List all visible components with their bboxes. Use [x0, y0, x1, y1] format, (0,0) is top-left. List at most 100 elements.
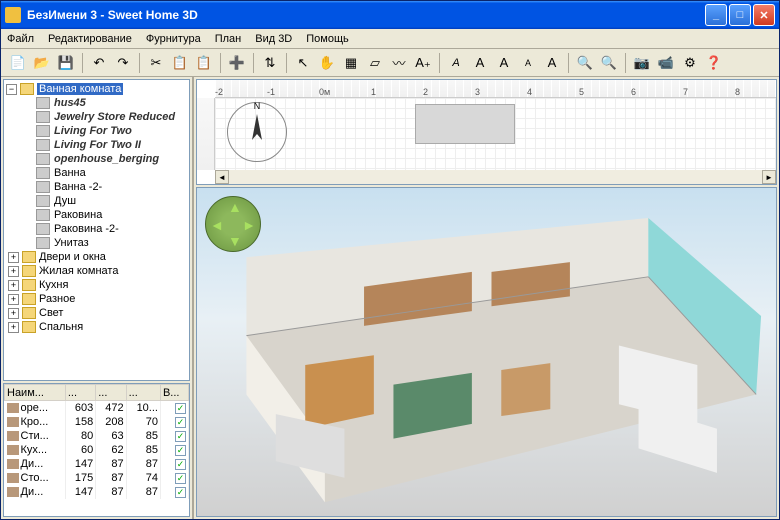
tree-item[interactable]: Раковина -2- — [6, 222, 187, 236]
checkbox-icon[interactable]: ✓ — [175, 445, 186, 456]
prefs-icon[interactable]: ⚙ — [679, 52, 701, 74]
tree-item[interactable]: Душ — [6, 194, 187, 208]
tree-item[interactable]: Living For Two II — [6, 138, 187, 152]
help-icon[interactable]: ❓ — [703, 52, 725, 74]
undo-icon[interactable]: ↶ — [88, 52, 110, 74]
text-icon[interactable]: A₊ — [412, 52, 434, 74]
tree-category[interactable]: +Жилая комната — [6, 264, 187, 278]
column-header[interactable]: ... — [96, 385, 126, 401]
menu-edit[interactable]: Редактирование — [48, 33, 132, 45]
tree-item[interactable]: openhouse_berging — [6, 152, 187, 166]
cell-visible[interactable]: ✓ — [160, 401, 188, 416]
expand-icon[interactable]: + — [8, 322, 19, 333]
open-icon[interactable]: 📂 — [31, 52, 53, 74]
tree-category[interactable]: +Свет — [6, 306, 187, 320]
wall-icon[interactable]: ▦ — [340, 52, 362, 74]
room-icon[interactable]: ▱ — [364, 52, 386, 74]
pan-icon[interactable]: ✋ — [316, 52, 338, 74]
video-icon[interactable]: 📹 — [655, 52, 677, 74]
cut-icon[interactable]: ✂ — [145, 52, 167, 74]
column-header[interactable]: Наим... — [5, 385, 66, 401]
save-icon[interactable]: 💾 — [55, 52, 77, 74]
minimize-button[interactable]: _ — [705, 4, 727, 26]
scroll-left-icon[interactable]: ◄ — [215, 170, 229, 184]
expand-icon[interactable]: + — [8, 252, 19, 263]
photo-icon[interactable]: 📷 — [631, 52, 653, 74]
column-header[interactable]: В... — [160, 385, 188, 401]
cell-visible[interactable]: ✓ — [160, 443, 188, 457]
cell-visible[interactable]: ✓ — [160, 457, 188, 471]
zoom-out-icon[interactable]: 🔍 — [598, 52, 620, 74]
add-furniture-icon[interactable]: ➕ — [226, 52, 248, 74]
plan-scrollbar[interactable]: ◄ ► — [215, 170, 776, 184]
tree-item[interactable]: Раковина — [6, 208, 187, 222]
table-row[interactable]: Сти...806385✓ — [5, 429, 189, 443]
copy-icon[interactable]: 📋 — [169, 52, 191, 74]
compass-icon[interactable] — [227, 102, 287, 162]
checkbox-icon[interactable]: ✓ — [175, 417, 186, 428]
nav-up-icon[interactable]: ▲ — [228, 199, 242, 215]
furniture-table[interactable]: Наим............В... оре...60347210...✓К… — [3, 383, 190, 517]
zoom-in-icon[interactable]: 🔍 — [574, 52, 596, 74]
tree-category[interactable]: +Кухня — [6, 278, 187, 292]
table-row[interactable]: Ди...1478787✓ — [5, 457, 189, 471]
menu-3dview[interactable]: Вид 3D — [255, 33, 292, 45]
expand-icon[interactable]: + — [8, 294, 19, 305]
paste-icon[interactable]: 📋 — [193, 52, 215, 74]
expand-icon[interactable]: + — [8, 280, 19, 291]
tree-item[interactable]: Ванна — [6, 166, 187, 180]
tree-item[interactable]: Ванна -2- — [6, 180, 187, 194]
cell-visible[interactable]: ✓ — [160, 415, 188, 429]
table-row[interactable]: Кух...606285✓ — [5, 443, 189, 457]
new-icon[interactable]: 📄 — [7, 52, 29, 74]
checkbox-icon[interactable]: ✓ — [175, 403, 186, 414]
menu-help[interactable]: Помощь — [306, 33, 349, 45]
tree-item[interactable]: hus45 — [6, 96, 187, 110]
maximize-button[interactable]: □ — [729, 4, 751, 26]
column-header[interactable]: ... — [126, 385, 160, 401]
tree-item[interactable]: Living For Two — [6, 124, 187, 138]
checkbox-icon[interactable]: ✓ — [175, 487, 186, 498]
tree-item[interactable]: Унитаз — [6, 236, 187, 250]
checkbox-icon[interactable]: ✓ — [175, 431, 186, 442]
catalog-tree[interactable]: − Ванная комната hus45Jewelry Store Redu… — [3, 79, 190, 381]
cell-visible[interactable]: ✓ — [160, 429, 188, 443]
close-button[interactable]: ✕ — [753, 4, 775, 26]
column-header[interactable]: ... — [65, 385, 95, 401]
cell-visible[interactable]: ✓ — [160, 471, 188, 485]
menu-file[interactable]: Файл — [7, 33, 34, 45]
checkbox-icon[interactable]: ✓ — [175, 473, 186, 484]
row-icon — [7, 473, 19, 483]
3d-view[interactable]: ▲ ▼ ◄ ► — [196, 187, 777, 517]
tree-category[interactable]: +Спальня — [6, 320, 187, 334]
table-row[interactable]: Ди...1478787✓ — [5, 485, 189, 499]
checkbox-icon[interactable]: ✓ — [175, 459, 186, 470]
cell-visible[interactable]: ✓ — [160, 485, 188, 499]
collapse-icon[interactable]: − — [6, 84, 17, 95]
redo-icon[interactable]: ↷ — [112, 52, 134, 74]
plan-view[interactable]: -2-10м12345678 ◄ ► — [196, 79, 777, 185]
text-bigger-icon[interactable]: A — [493, 52, 515, 74]
text-style2-icon[interactable]: A — [469, 52, 491, 74]
dimension-icon[interactable]: 〰 — [388, 52, 410, 74]
import-icon[interactable]: ⇅ — [259, 52, 281, 74]
expand-icon[interactable]: + — [8, 266, 19, 277]
tree-category[interactable]: +Двери и окна — [6, 250, 187, 264]
plan-canvas[interactable] — [215, 98, 776, 170]
table-row[interactable]: Сто...1758774✓ — [5, 471, 189, 485]
table-row[interactable]: Кро...15820870✓ — [5, 415, 189, 429]
select-icon[interactable]: ↖ — [292, 52, 314, 74]
menu-furniture[interactable]: Фурнитура — [146, 33, 201, 45]
tree-root[interactable]: − Ванная комната — [6, 82, 187, 96]
scroll-track[interactable] — [229, 170, 762, 184]
text-color-icon[interactable]: A — [541, 52, 563, 74]
expand-icon[interactable]: + — [8, 308, 19, 319]
tree-item[interactable]: Jewelry Store Reduced — [6, 110, 187, 124]
text-style1-icon[interactable]: A — [445, 52, 467, 74]
tree-root-label[interactable]: Ванная комната — [37, 83, 123, 95]
tree-category[interactable]: +Разное — [6, 292, 187, 306]
scroll-right-icon[interactable]: ► — [762, 170, 776, 184]
table-row[interactable]: оре...60347210...✓ — [5, 401, 189, 416]
text-smaller-icon[interactable]: A — [517, 52, 539, 74]
menu-plan[interactable]: План — [215, 33, 242, 45]
